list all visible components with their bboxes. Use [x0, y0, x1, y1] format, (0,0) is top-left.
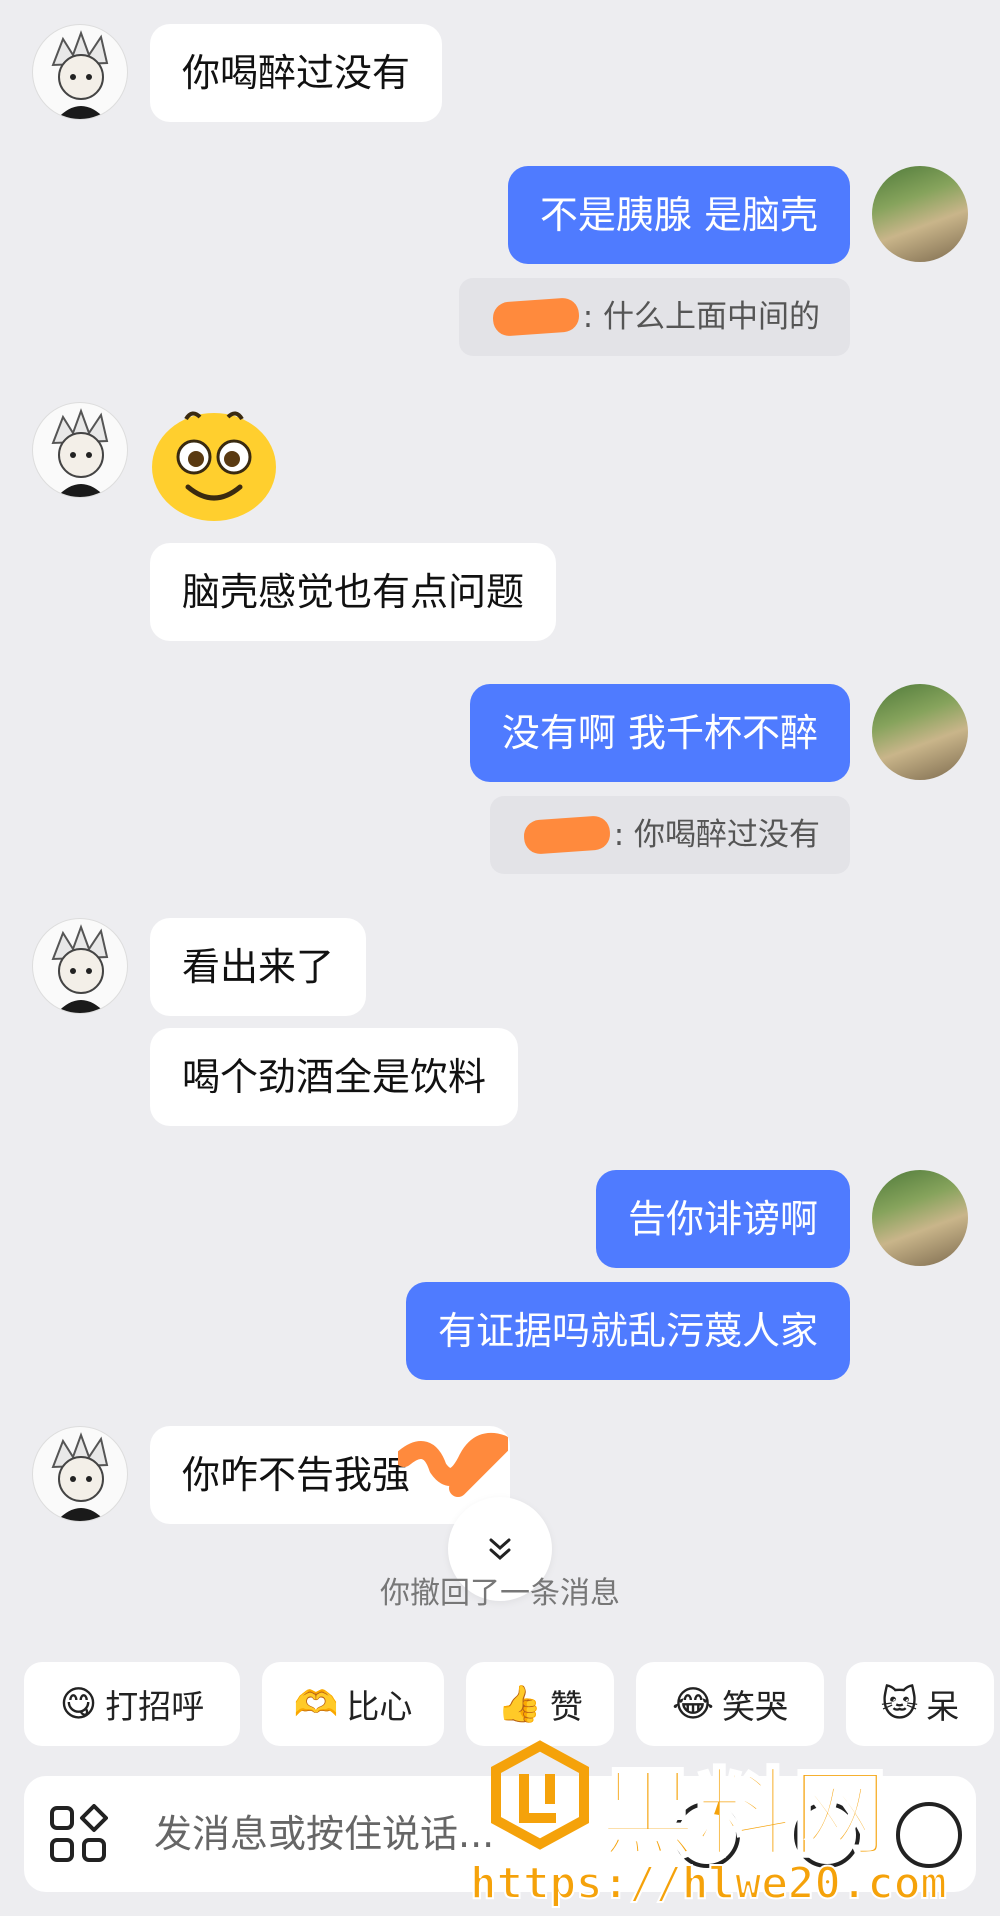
contact-avatar[interactable] — [32, 24, 128, 120]
watermark-url: https://hlwe20.com — [469, 1857, 948, 1910]
incoming-message-bubble[interactable]: 你喝醉过没有 — [150, 24, 443, 122]
incoming-message-bubble[interactable]: 脑壳感觉也有点问题 — [150, 543, 557, 641]
redacted-name — [524, 822, 614, 852]
quoted-reply[interactable]: : 什么上面中间的 — [458, 278, 850, 356]
my-avatar[interactable] — [872, 166, 968, 262]
outgoing-message-bubble[interactable]: 没有啊 我千杯不醉 — [469, 684, 850, 782]
tears-of-joy-icon: 😂 — [671, 1683, 715, 1725]
quoted-text: : 你喝醉过没有 — [613, 817, 820, 853]
outgoing-message-bubble[interactable]: 告你诽谤啊 — [595, 1170, 850, 1268]
thumbs-up-icon: 👍 — [497, 1684, 542, 1725]
redacted-name — [493, 304, 583, 334]
quick-reply-heart-hands[interactable]: 🫶 比心 — [262, 1662, 444, 1746]
contact-avatar[interactable] — [32, 918, 128, 1014]
quoted-text: : 什么上面中间的 — [582, 299, 820, 335]
heart-hands-icon: 🫶 — [293, 1684, 339, 1725]
contact-avatar[interactable] — [32, 402, 128, 498]
quick-reply-dazed[interactable]: 🐱 呆 — [846, 1662, 994, 1746]
quick-reply-like[interactable]: 👍 赞 — [466, 1662, 614, 1746]
my-avatar[interactable] — [872, 684, 968, 780]
outgoing-message-bubble[interactable]: 不是胰腺 是脑壳 — [507, 166, 850, 264]
quick-reply-greet[interactable]: 😋 打招呼 — [24, 1662, 240, 1746]
message-input[interactable]: 发消息或按住说话... — [154, 1776, 494, 1892]
apps-grid-icon[interactable] — [48, 1804, 108, 1864]
watermark-logo-icon — [491, 1740, 589, 1850]
quoted-reply[interactable]: : 你喝醉过没有 — [489, 796, 850, 874]
quick-reply-laugh-cry[interactable]: 😂 笑哭 — [636, 1662, 824, 1746]
double-chevron-down-icon — [489, 1538, 511, 1561]
quick-reply-bar: 😋 打招呼 🫶 比心 👍 赞 😂 笑哭 🐱 呆 — [24, 1662, 994, 1746]
incoming-message-bubble[interactable]: 喝个劲酒全是饮料 — [150, 1028, 519, 1126]
cat-face-icon: 🐱 — [880, 1683, 919, 1725]
contact-avatar[interactable] — [32, 1426, 128, 1522]
my-avatar[interactable] — [872, 1170, 968, 1266]
grinning-face-emoji-icon[interactable] — [150, 405, 278, 523]
outgoing-message-bubble[interactable]: 有证据吗就乱污蔑人家 — [405, 1282, 850, 1380]
recall-notice: 你撤回了一条消息 — [380, 1576, 620, 1611]
yum-face-icon: 😋 — [59, 1683, 98, 1725]
watermark-title: 黑料网 — [599, 1757, 890, 1872]
redaction-scribble-icon — [398, 1432, 508, 1497]
incoming-message-bubble[interactable]: 看出来了 — [150, 918, 367, 1016]
watermark: 黑料网 https://hlwe20.com — [469, 1736, 990, 1916]
